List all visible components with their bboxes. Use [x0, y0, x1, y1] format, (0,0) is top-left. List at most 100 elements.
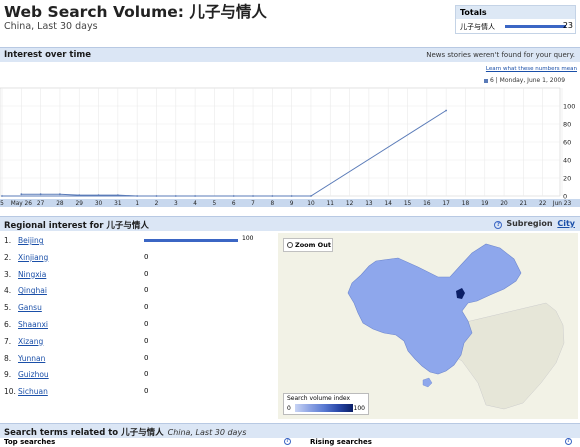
chart-legend: 6 | Monday, June 1, 2009 — [484, 77, 565, 84]
series-point — [1, 195, 3, 197]
map-legend-max: 100 — [353, 405, 365, 412]
x-tick-label: 2 — [155, 201, 159, 207]
x-tick-label: 30 — [95, 201, 103, 207]
series-point — [252, 195, 254, 197]
zoom-out-label: Zoom Out — [295, 241, 331, 249]
region-rank: 3. — [4, 269, 12, 279]
region-value: 0 — [144, 320, 149, 328]
regional-title-for: for 儿子与情人 — [89, 221, 149, 231]
x-tick-label: May 26 — [11, 201, 33, 207]
region-value: 0 — [144, 303, 149, 312]
region-link[interactable]: Sichuan — [18, 387, 48, 396]
region-value: 0 — [144, 286, 149, 295]
region-link[interactable]: Yunnan — [18, 354, 45, 363]
legend-dot-icon — [484, 78, 488, 83]
rising-searches-label: Rising searches — [310, 438, 372, 446]
x-tick-label: 15 — [404, 201, 412, 207]
y-tick-label: 20 — [563, 175, 571, 183]
china-map-svg — [278, 233, 578, 419]
series-point — [174, 195, 177, 197]
region-link[interactable]: Beijing — [18, 236, 44, 245]
totals-value: 23 — [562, 21, 573, 30]
x-tick-label: 22 — [539, 201, 547, 207]
region-rank: 10. — [4, 387, 16, 397]
totals-bar — [505, 25, 566, 28]
region-link[interactable]: Guizhou — [18, 370, 49, 379]
region-link[interactable]: Xizang — [18, 337, 43, 346]
region-bar — [144, 239, 238, 242]
interest-title: Interest over time — [4, 50, 91, 60]
subregion-label: Subregion — [506, 219, 553, 228]
x-tick-label: 21 — [520, 201, 528, 207]
y-tick-label: 80 — [563, 121, 571, 129]
related-note: China, Last 30 days — [167, 428, 247, 437]
x-tick-label: 4 — [193, 201, 197, 207]
series-point — [194, 195, 197, 197]
x-tick-label: 28 — [56, 201, 64, 207]
series-point — [20, 193, 23, 196]
series-point — [155, 195, 158, 197]
totals-panel: Totals 儿子与情人 23 — [455, 5, 576, 34]
interest-section-header: Interest over time News stories weren't … — [0, 47, 580, 62]
x-tick-label: 19 — [481, 201, 489, 207]
region-link[interactable]: Qinghai — [18, 286, 47, 295]
series-point — [116, 194, 119, 196]
city-link[interactable]: City — [557, 219, 575, 228]
region-link[interactable]: Shaanxi — [18, 320, 48, 329]
series-point — [310, 195, 312, 197]
x-tick-label: 14 — [385, 201, 393, 207]
region-row: 8. Yunnan 0 — [0, 352, 275, 366]
x-tick-label: Jun 23 — [552, 201, 572, 207]
legend-count: 6 — [490, 77, 494, 84]
question-circle-icon[interactable]: ? — [494, 221, 503, 229]
x-tick-label: 6 — [232, 201, 236, 207]
x-tick-label: 27 — [37, 201, 45, 207]
region-row: 4. Qinghai 0 — [0, 284, 275, 298]
region-link[interactable]: Gansu — [18, 303, 42, 312]
region-link[interactable]: Ningxia — [18, 270, 46, 279]
zoom-out-button[interactable]: Zoom Out — [283, 238, 333, 252]
series-point — [271, 195, 274, 197]
x-tick-label: 12 — [346, 201, 354, 207]
x-tick-label: 5 — [0, 201, 4, 207]
x-tick-label: 18 — [462, 201, 470, 207]
series-point — [232, 195, 235, 197]
region-value: 0 — [144, 387, 149, 396]
region-row: 9. Guizhou 0 — [0, 368, 275, 382]
related-section-header: Search terms related to 儿子与情人 China, Last… — [0, 423, 580, 438]
map-legend: Search volume index 0 100 — [283, 393, 369, 415]
x-tick-label: 29 — [76, 201, 84, 207]
x-tick-label: 31 — [114, 201, 122, 207]
region-link[interactable]: Xinjiang — [18, 253, 48, 262]
y-tick-label: 40 — [563, 157, 571, 165]
region-value: 0 — [144, 370, 149, 379]
x-tick-label: 5 — [213, 201, 217, 207]
region-rank: 5. — [4, 303, 12, 313]
map-legend-gradient — [295, 404, 353, 412]
rising-help-icon[interactable]: ? — [565, 438, 572, 445]
related-title: Search terms related to 儿子与情人 China, Last… — [4, 426, 246, 438]
legend-date: Monday, June 1, 2009 — [499, 77, 566, 84]
totals-term: 儿子与情人 — [460, 23, 495, 31]
region-value: 0 — [144, 269, 149, 278]
page-title: Web Search Volume: 儿子与情人 — [4, 3, 267, 21]
y-tick-label: 100 — [563, 103, 575, 111]
region-row: 5. Gansu 0 — [0, 301, 275, 315]
region-rank: 1. — [4, 236, 12, 245]
series-point — [97, 194, 100, 196]
x-tick-label: 17 — [442, 201, 450, 207]
regional-title: Regional interest for 儿子与情人 — [4, 219, 149, 231]
y-tick-label: 60 — [563, 139, 571, 147]
region-row: 10. Sichuan 0 — [0, 385, 275, 399]
totals-row: 儿子与情人 23 — [456, 19, 575, 33]
interest-chart-svg: 0204060801005 May 26 27 28 29 30 31 1 2 3 4 5 6 7 8 9 10… — [0, 87, 580, 207]
region-value: 100 — [242, 235, 254, 242]
series-point — [445, 109, 448, 112]
related-title-text: Search terms related to 儿子与情人 — [4, 428, 164, 438]
region-map[interactable] — [278, 233, 578, 419]
x-tick-label: 3 — [174, 201, 178, 207]
region-value: 0 — [144, 353, 149, 362]
x-tick-label: 1 — [135, 201, 139, 207]
news-note: News stories weren't found for your quer… — [426, 51, 575, 59]
top-help-icon[interactable]: ? — [284, 438, 291, 445]
